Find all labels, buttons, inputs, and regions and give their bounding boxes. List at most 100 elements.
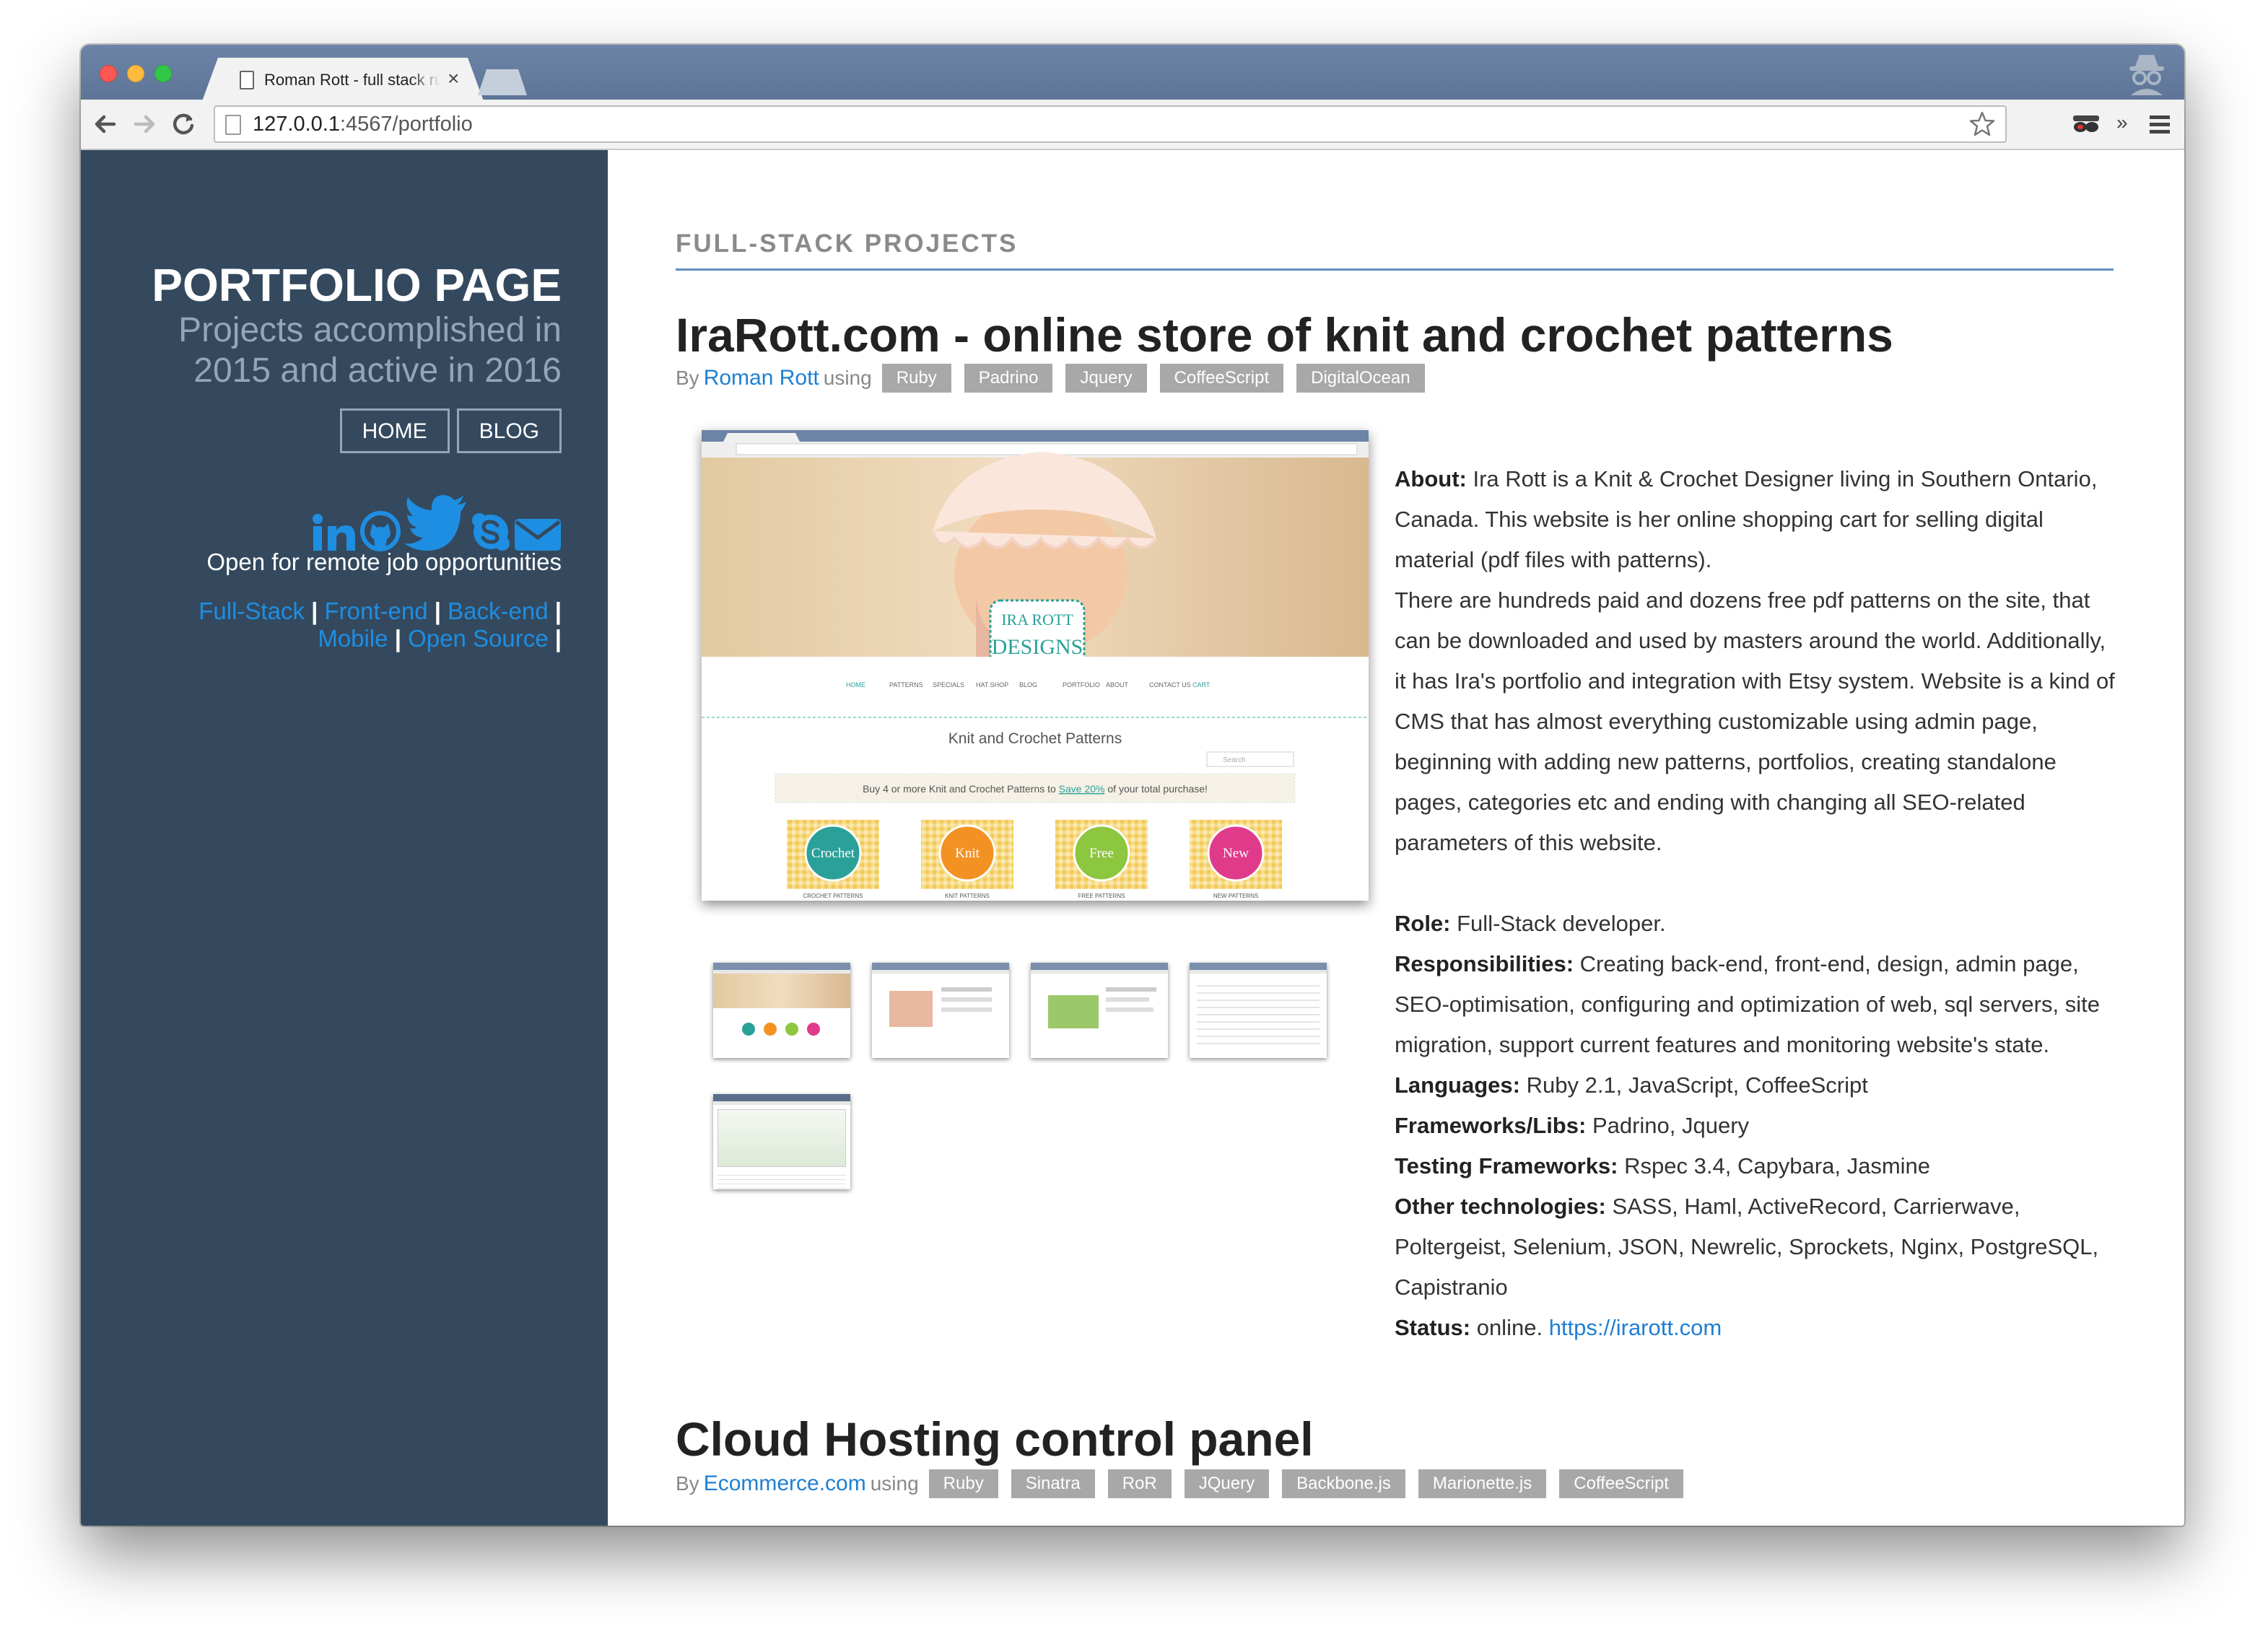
url-host: 127.0.0.1 bbox=[253, 113, 340, 136]
tag-ruby[interactable]: Ruby bbox=[881, 364, 951, 393]
logo-top-text: IRA ROTT bbox=[1001, 611, 1073, 629]
separator: | bbox=[394, 625, 401, 652]
project-meta: By Roman Rott using Ruby Padrino Jquery … bbox=[676, 364, 1425, 393]
reload-icon[interactable] bbox=[167, 107, 199, 141]
screenshot-menu-item: BLOG bbox=[1019, 681, 1037, 688]
sidebar-nav: HOME BLOG bbox=[339, 408, 562, 453]
page-icon bbox=[240, 71, 254, 89]
site-subtitle: Projects accomplished in 2015 and active… bbox=[178, 311, 562, 390]
address-bar[interactable]: 127.0.0.1:4567/portfolio bbox=[214, 105, 2007, 143]
screenshot-categories: Crochet CROCHET PATTERNS Knit KNIT PATTERNS… bbox=[787, 820, 1282, 899]
page-content: PORTFOLIO PAGE Projects accomplished in … bbox=[81, 150, 2184, 1526]
browser-window: Roman Rott - full stack ruby developer ×… bbox=[81, 45, 2184, 1526]
separator: | bbox=[434, 598, 441, 624]
extension-mask-icon[interactable] bbox=[2070, 108, 2102, 140]
author-link[interactable]: Roman Rott bbox=[704, 366, 819, 390]
tag-jquery[interactable]: Jquery bbox=[1065, 364, 1147, 393]
tag-coffeescript[interactable]: CoffeeScript bbox=[1159, 364, 1284, 393]
detail-other-tech: Other technologies: SASS, Haml, ActiveRe… bbox=[1395, 1194, 2099, 1300]
nav-blog-button[interactable]: BLOG bbox=[456, 408, 562, 453]
browser-toolbar: 127.0.0.1:4567/portfolio » bbox=[81, 100, 2184, 150]
detail-frameworks: Frameworks/Libs: Padrino, Jquery bbox=[1395, 1113, 1750, 1138]
tag-list-2: Ruby Sinatra RoR JQuery Backbone.js Mari… bbox=[928, 1469, 1683, 1498]
url-field[interactable]: 127.0.0.1:4567/portfolio bbox=[253, 107, 1913, 141]
tag-sinatra[interactable]: Sinatra bbox=[1011, 1469, 1095, 1498]
screenshot-menu-item: PATTERNS bbox=[889, 681, 923, 688]
status-link[interactable]: https://irarott.com bbox=[1549, 1315, 1722, 1340]
social-links bbox=[312, 491, 562, 556]
tab-close-icon[interactable]: × bbox=[448, 68, 459, 89]
site-title: PORTFOLIO PAGE bbox=[152, 259, 562, 311]
tag-padrino[interactable]: Padrino bbox=[964, 364, 1053, 393]
screenshot-menu-item: CART bbox=[1192, 681, 1211, 688]
screenshot-image: IRA ROTT DESIGNS HOME PATTERNS SPECIALS HAT… bbox=[702, 430, 1369, 899]
screenshot-category-name: New bbox=[1223, 846, 1249, 861]
screenshot-menu: HOME PATTERNS SPECIALS HAT SHOP BLOG PORTFOLI… bbox=[846, 681, 1211, 688]
screenshot-menu-item: CONTACT US bbox=[1149, 681, 1191, 688]
by-label: By bbox=[676, 367, 699, 389]
thumbnail-1[interactable] bbox=[713, 963, 850, 1058]
tag-digitalocean[interactable]: DigitalOcean bbox=[1296, 364, 1425, 393]
back-arrow-icon[interactable] bbox=[90, 107, 121, 141]
screenshot-category-caption: FREE PATTERNS bbox=[1078, 893, 1125, 899]
logo-text: DESIGNS bbox=[992, 635, 1083, 659]
screenshot-page-heading: Knit and Crochet Patterns bbox=[948, 730, 1122, 747]
nav-home-button[interactable]: HOME bbox=[339, 408, 450, 453]
about-paragraph: About: Ira Rott is a Knit & Crochet Desi… bbox=[1395, 466, 2098, 572]
thumbnail-2[interactable] bbox=[872, 963, 1009, 1058]
project-meta-2: By Ecommerce.com using Ruby Sinatra RoR … bbox=[676, 1469, 1683, 1498]
tag-ruby[interactable]: Ruby bbox=[928, 1469, 998, 1498]
twitter-icon[interactable] bbox=[404, 494, 468, 556]
skill-link-open-source[interactable]: Open Source bbox=[408, 625, 548, 652]
thumbnail-5[interactable] bbox=[713, 1094, 850, 1189]
job-availability-text: Open for remote job opportunities bbox=[206, 548, 562, 575]
extensions-overflow-button[interactable]: » bbox=[2116, 108, 2128, 137]
detail-status: Status: online. https://irarott.com bbox=[1395, 1315, 1722, 1340]
detail-responsibilities: Responsibilities: Creating back-end, fro… bbox=[1395, 951, 2100, 1057]
title-bar: Roman Rott - full stack ruby developer × bbox=[81, 45, 2184, 101]
screenshot-category-name: Crochet bbox=[811, 846, 855, 861]
project-description: About: Ira Rott is a Knit & Crochet Desi… bbox=[1395, 459, 2116, 1348]
main-content: FULL-STACK PROJECTS IraRott.com - online… bbox=[676, 150, 2116, 1526]
incognito-icon bbox=[2129, 55, 2164, 95]
bookmark-star-icon[interactable] bbox=[1968, 110, 1997, 139]
detail-testing: Testing Frameworks: Rspec 3.4, Capybara,… bbox=[1395, 1153, 1931, 1179]
close-window-button[interactable] bbox=[100, 65, 117, 82]
tag-ror[interactable]: RoR bbox=[1107, 1469, 1172, 1498]
browser-tab[interactable]: Roman Rott - full stack ruby developer × bbox=[202, 58, 484, 101]
forward-arrow-icon[interactable] bbox=[128, 107, 160, 141]
sidebar: PORTFOLIO PAGE Projects accomplished in … bbox=[81, 150, 608, 1526]
author-link-2[interactable]: Ecommerce.com bbox=[704, 1472, 866, 1496]
using-label: using bbox=[870, 1472, 919, 1495]
tag-marionette[interactable]: Marionette.js bbox=[1418, 1469, 1547, 1498]
thumbnail-4[interactable] bbox=[1190, 963, 1327, 1058]
screenshot-menu-item: PORTFOLIO bbox=[1063, 681, 1100, 688]
thumbnail-3[interactable] bbox=[1031, 963, 1168, 1058]
skill-link-front-end[interactable]: Front-end bbox=[325, 598, 428, 624]
separator: | bbox=[554, 598, 562, 624]
screenshot-category-name: Knit bbox=[955, 846, 980, 861]
new-tab-button[interactable] bbox=[478, 69, 527, 95]
url-path: :4567/portfolio bbox=[339, 113, 473, 136]
screenshot-search-placeholder: Search bbox=[1223, 756, 1246, 764]
separator: | bbox=[311, 598, 318, 624]
tag-coffeescript[interactable]: CoffeeScript bbox=[1559, 1469, 1683, 1498]
tag-backbone[interactable]: Backbone.js bbox=[1282, 1469, 1405, 1498]
detail-role: Role: Full-Stack developer. bbox=[1395, 911, 1666, 936]
skills-links: Full-Stack | Front-end | Back-end | Mobi… bbox=[157, 598, 562, 652]
skill-link-full-stack[interactable]: Full-Stack bbox=[199, 598, 305, 624]
screenshot-menu-item: HOME bbox=[846, 681, 865, 688]
tab-title: Roman Rott - full stack ruby developer bbox=[264, 71, 442, 89]
screenshot-promo: Buy 4 or more Knit and Crochet Patterns … bbox=[863, 783, 1208, 795]
screenshot-menu-item: SPECIALS bbox=[933, 681, 964, 688]
separator: | bbox=[554, 625, 562, 652]
maximize-window-button[interactable] bbox=[154, 65, 172, 82]
section-heading: FULL-STACK PROJECTS bbox=[676, 229, 2114, 271]
minimize-window-button[interactable] bbox=[127, 65, 144, 82]
skill-link-back-end[interactable]: Back-end bbox=[448, 598, 548, 624]
tag-jquery[interactable]: JQuery bbox=[1184, 1469, 1270, 1498]
project-screenshot[interactable]: IRA ROTT DESIGNS HOME PATTERNS SPECIALS HAT… bbox=[702, 430, 1369, 901]
skill-link-mobile[interactable]: Mobile bbox=[318, 625, 388, 652]
about-paragraph-2: There are hundreds paid and dozens free … bbox=[1395, 587, 2115, 855]
menu-icon[interactable] bbox=[2145, 108, 2174, 140]
